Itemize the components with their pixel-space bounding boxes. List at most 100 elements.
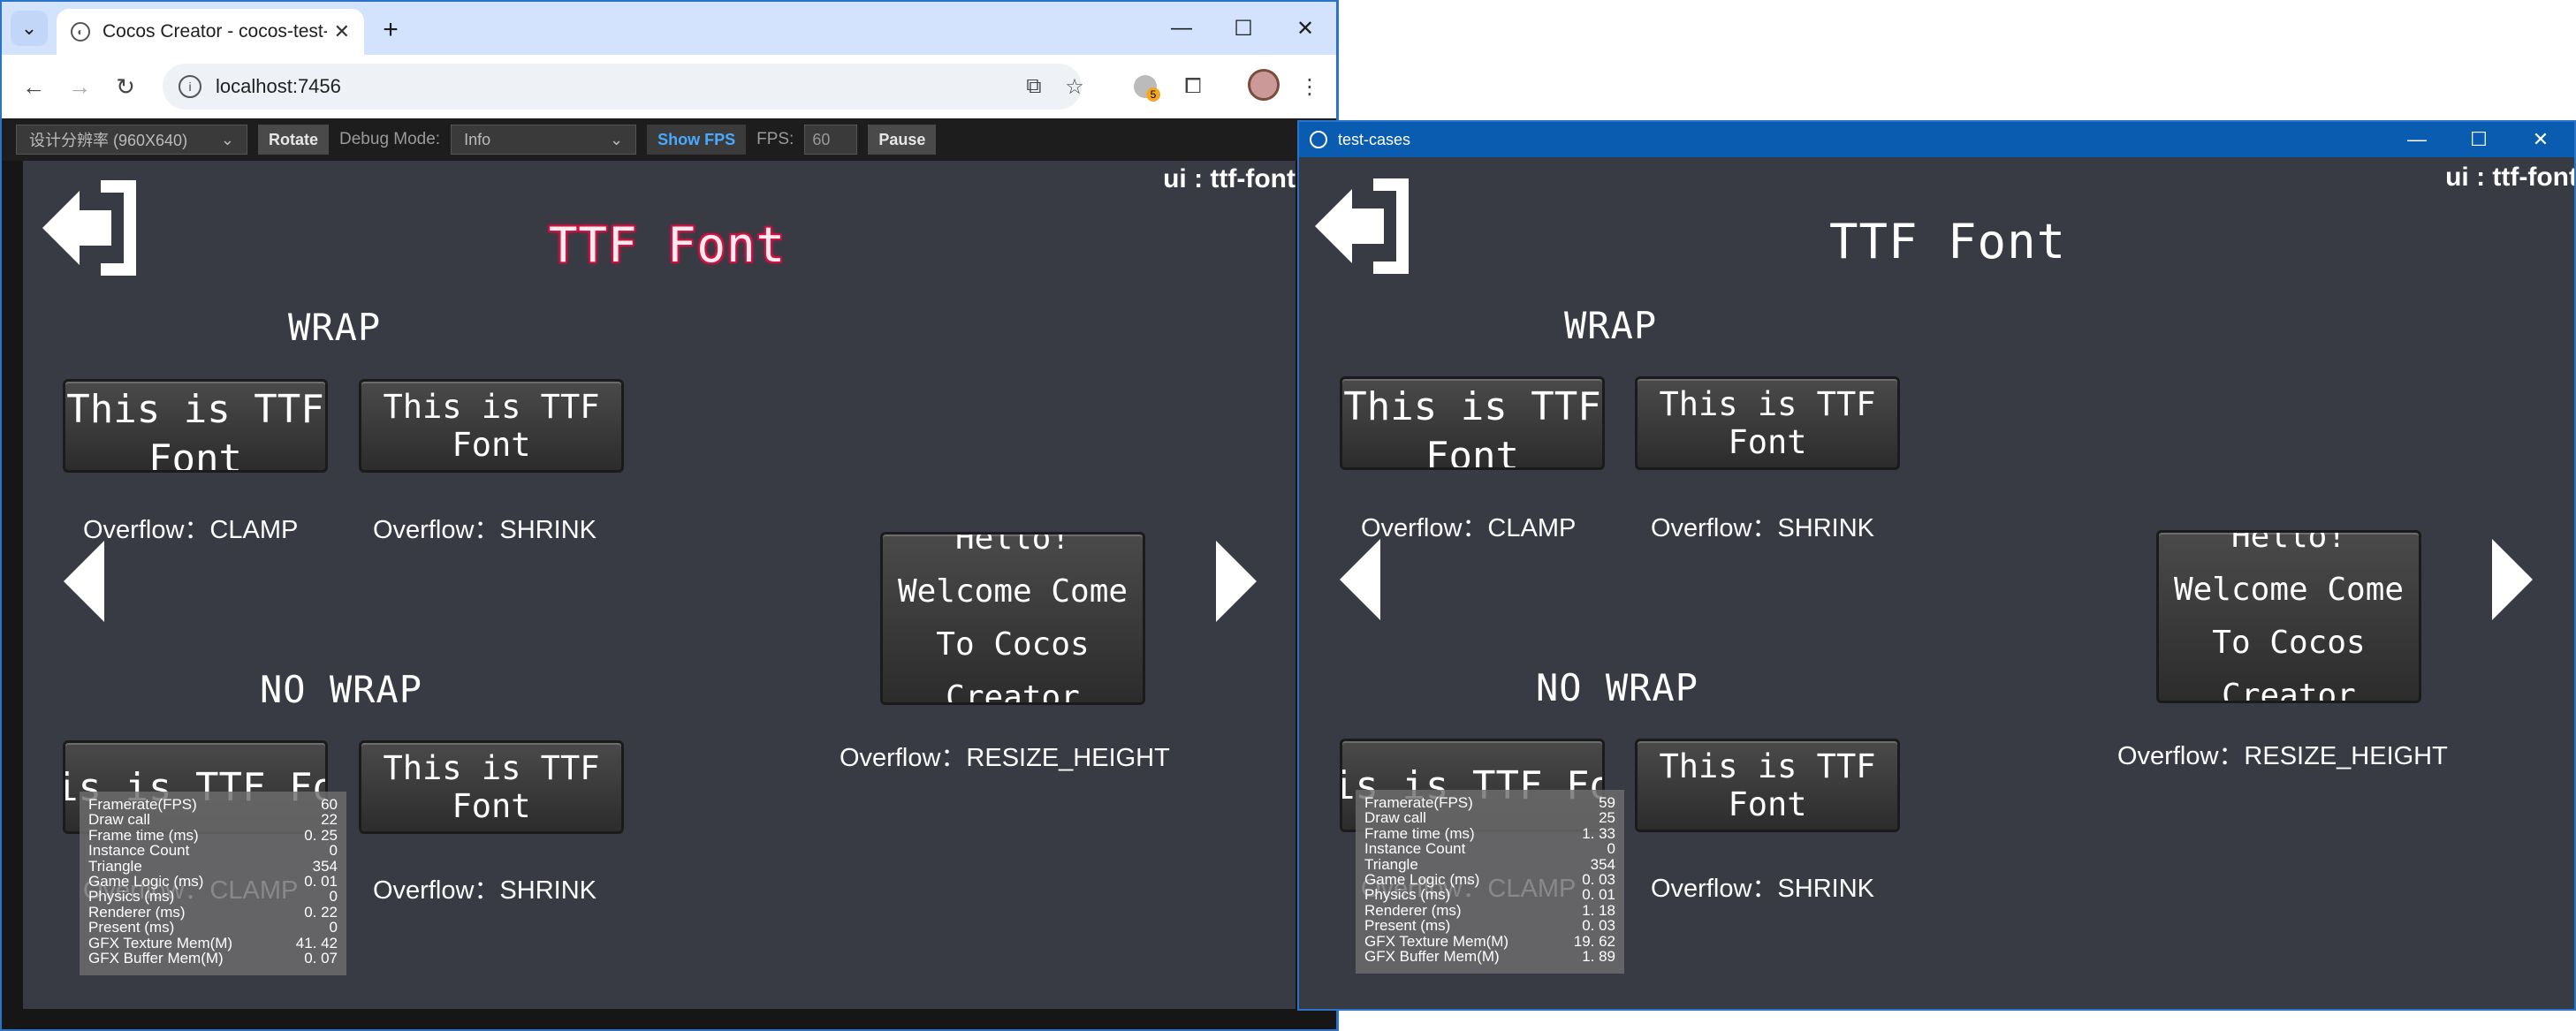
stats-value: 1. 89 xyxy=(1582,948,1615,966)
close-window-button[interactable]: ✕ xyxy=(2510,122,2572,157)
cocos-favicon-icon: ◐ xyxy=(71,22,90,42)
stats-row: GFX Texture Mem(M) 19. 62 xyxy=(1364,932,1615,950)
back-exit-icon[interactable] xyxy=(37,175,147,281)
back-exit-icon[interactable] xyxy=(1310,173,1419,279)
shrink-nowrap-label-box: This is TTF Font xyxy=(359,740,624,834)
fps-input[interactable]: 60 xyxy=(804,125,858,155)
arrow-right-icon[interactable] xyxy=(2492,539,2533,620)
arrow-left-icon[interactable] xyxy=(1340,539,1380,620)
star-icon: ☆ xyxy=(1065,74,1084,99)
stats-label: Draw call xyxy=(1364,809,1426,827)
resize-height-label-box: Hello! Welcome Come To Cocos Creator xyxy=(880,532,1145,705)
stats-label: Frame time (ms) xyxy=(88,826,199,844)
back-button[interactable]: ← xyxy=(14,67,53,106)
game-canvas[interactable]: ui : ttf-font TTF Font WRAP This is TTF … xyxy=(23,161,1296,1009)
stats-value: 22 xyxy=(321,811,338,829)
stats-row: Present (ms) 0 xyxy=(88,919,338,936)
tab-cocos-creator[interactable]: ◐ Cocos Creator - cocos-test-p ✕ xyxy=(57,9,364,55)
stats-value: 0. 03 xyxy=(1582,871,1615,889)
stats-value: 0 xyxy=(329,888,338,906)
overflow-shrink-label: Overflow：SHRINK xyxy=(373,516,597,544)
maximize-button[interactable]: ☐ xyxy=(1212,5,1274,51)
stats-row: Framerate(FPS) 59 xyxy=(1364,795,1615,811)
avatar[interactable] xyxy=(1248,69,1280,101)
overflow-resize-height-label: Overflow：RESIZE_HEIGHT xyxy=(840,744,1170,772)
wrap-heading: WRAP xyxy=(288,306,382,349)
extension-button[interactable]: 5 xyxy=(1129,71,1161,102)
stats-row: Framerate(FPS) 60 xyxy=(88,796,338,813)
clamp-wrap-label-box: This is TTF Font xyxy=(63,379,328,473)
stats-label: Triangle xyxy=(1364,855,1418,873)
maximize-icon: ☐ xyxy=(2470,128,2488,150)
stats-label: Physics (ms) xyxy=(1364,886,1451,904)
stats-row: Game Logic (ms) 0. 03 xyxy=(1364,871,1615,889)
show-fps-button[interactable]: Show FPS xyxy=(647,125,747,155)
stats-label: GFX Texture Mem(M) xyxy=(88,934,233,951)
overflow-clamp-label: Overflow：CLAMP xyxy=(1361,514,1577,542)
minimize-icon: — xyxy=(2407,128,2427,150)
new-tab-button[interactable]: + xyxy=(373,12,408,48)
stats-label: Game Logic (ms) xyxy=(88,873,204,891)
profiler-stats-panel: Framerate(FPS) 59 Draw call 25 Frame time (m… xyxy=(1356,790,1624,974)
translate-button[interactable]: ⧉ xyxy=(1018,71,1050,102)
tab-search-button[interactable]: ⌄ xyxy=(11,11,48,46)
close-window-button[interactable]: ✕ xyxy=(1274,5,1336,51)
browser-menu-button[interactable]: ⋮ xyxy=(1294,71,1326,102)
stats-label: Framerate(FPS) xyxy=(88,796,197,813)
shrink-nowrap-label-box: This is TTF Font xyxy=(1635,739,1900,832)
stats-row: Triangle 354 xyxy=(88,858,338,874)
stats-row: GFX Texture Mem(M) 41. 42 xyxy=(88,934,338,951)
resolution-value: 设计分辨率 (960X640) xyxy=(29,132,188,149)
stats-label: Game Logic (ms) xyxy=(1364,871,1480,889)
minimize-button[interactable]: — xyxy=(1151,5,1212,51)
stats-label: Frame time (ms) xyxy=(1364,824,1475,842)
minimize-button[interactable]: — xyxy=(2386,122,2448,157)
stats-value: 1. 33 xyxy=(1582,824,1615,842)
debug-mode-select[interactable]: Info ⌄ xyxy=(451,125,637,155)
fps-label: FPS: xyxy=(756,130,794,148)
shrink-wrap-label-box: This is TTF Font xyxy=(359,379,624,473)
stats-value: 41. 42 xyxy=(295,934,338,951)
reload-button[interactable]: ↻ xyxy=(106,67,145,106)
overflow-shrink-label: Overflow：SHRINK xyxy=(1651,514,1874,542)
stats-row: Triangle 354 xyxy=(1364,855,1615,873)
address-bar[interactable]: i localhost:7456 xyxy=(163,64,1082,110)
resolution-select[interactable]: 设计分辨率 (960X640) ⌄ xyxy=(16,125,247,155)
maximize-icon: ☐ xyxy=(1234,16,1253,41)
game-canvas[interactable]: ui : ttf-font TTF Font WRAP This is TTF … xyxy=(1299,157,2574,1009)
stats-value: 0 xyxy=(1607,840,1615,858)
stats-row: Frame time (ms) 0. 25 xyxy=(88,826,338,844)
shrink-wrap-text: This is TTF Font xyxy=(1659,385,1876,461)
stats-label: GFX Texture Mem(M) xyxy=(1364,932,1509,950)
stats-value: 0. 07 xyxy=(304,950,338,967)
close-tab-icon[interactable]: ✕ xyxy=(334,20,350,43)
extensions-menu-button[interactable]: ⧠ xyxy=(1177,71,1209,102)
site-info-icon[interactable]: i xyxy=(179,75,201,98)
reload-icon: ↻ xyxy=(116,72,135,100)
rotate-button[interactable]: Rotate xyxy=(258,125,330,155)
maximize-button[interactable]: ☐ xyxy=(2448,122,2510,157)
arrow-right-icon[interactable] xyxy=(1216,541,1257,622)
stats-row: Frame time (ms) 1. 33 xyxy=(1364,824,1615,842)
url-text: localhost:7456 xyxy=(216,75,341,97)
stats-value: 19. 62 xyxy=(1573,932,1615,950)
puzzle-icon: ⧠ xyxy=(1184,74,1202,98)
forward-button[interactable]: → xyxy=(60,67,99,106)
arrow-left-icon: ← xyxy=(22,72,45,100)
overflow-shrink-nowrap-label: Overflow：SHRINK xyxy=(373,876,597,905)
stats-value: 0. 22 xyxy=(304,903,338,921)
stats-value: 354 xyxy=(1590,855,1615,873)
translate-icon: ⧉ xyxy=(1026,74,1042,98)
stats-value: 0. 01 xyxy=(304,873,338,891)
stats-row: Game Logic (ms) 0. 01 xyxy=(88,873,338,891)
pause-button[interactable]: Pause xyxy=(868,125,937,155)
resize-height-text: Hello! Welcome Come To Cocos Creator xyxy=(897,532,1128,705)
bookmark-button[interactable]: ☆ xyxy=(1059,71,1090,102)
stats-value: 0 xyxy=(329,919,338,936)
stats-label: Instance Count xyxy=(1364,840,1466,858)
overflow-clamp-label: Overflow：CLAMP xyxy=(83,516,299,544)
wrap-heading: WRAP xyxy=(1564,304,1658,347)
minimize-icon: — xyxy=(1171,16,1192,40)
arrow-left-icon[interactable] xyxy=(64,541,104,622)
stats-label: Present (ms) xyxy=(1364,917,1451,935)
